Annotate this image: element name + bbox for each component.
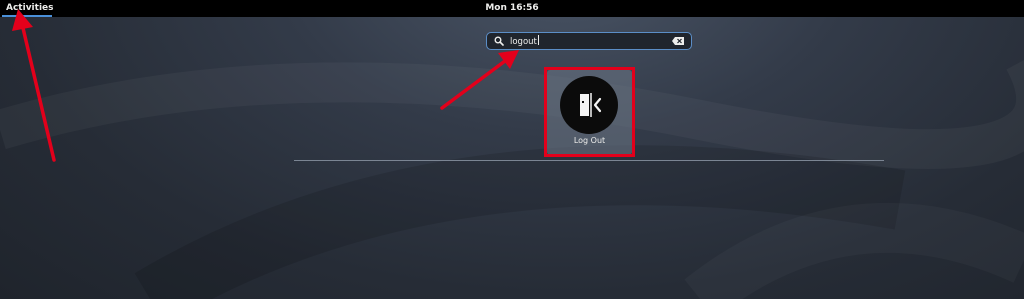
search-input[interactable]: logout <box>510 35 539 48</box>
arrow-to-search <box>440 50 519 110</box>
search-icon <box>494 36 504 46</box>
search-field[interactable]: logout <box>486 32 692 50</box>
clock[interactable]: Mon 16:56 <box>0 2 1024 14</box>
text-caret <box>537 35 539 45</box>
annotation-highlight-box <box>544 67 635 157</box>
activities-indicator <box>2 15 52 17</box>
search-query: logout <box>510 37 537 47</box>
arrow-to-activities <box>12 9 56 162</box>
results-separator <box>294 160 884 161</box>
top-bar: Activities Mon 16:56 <box>0 0 1024 17</box>
clear-text-icon[interactable] <box>672 37 684 45</box>
